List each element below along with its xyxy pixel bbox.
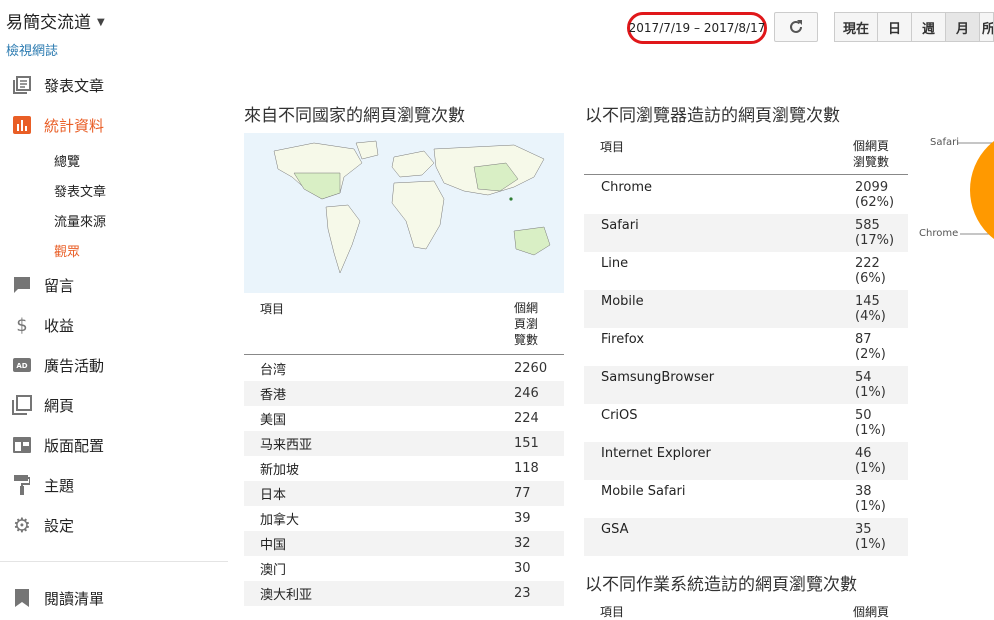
sidebar-item-label: 版面配置 — [44, 436, 105, 455]
table-row: 香港 246 — [244, 381, 564, 406]
table-row: Firefox 87 (2%) — [601, 332, 886, 362]
svg-text:AD: AD — [16, 362, 27, 370]
os-col-item: 項目 — [600, 605, 625, 619]
sidebar-item-label: 統計資料 — [44, 116, 105, 135]
table-row: 新加坡 118 — [260, 461, 539, 478]
blog-title: 易簡交流道 — [6, 13, 91, 33]
sidebar-item-comments[interactable]: 留言 — [0, 267, 230, 303]
table-row: Safari 585 (17%) — [584, 214, 908, 252]
sidebar-item-label: 廣告活動 — [44, 356, 105, 375]
table-row: 加拿大 39 — [260, 511, 531, 528]
refresh-button[interactable] — [774, 12, 818, 42]
sidebar-item-layout[interactable]: 版面配置 — [0, 427, 230, 463]
table-row: SamsungBrowser 54 (1%) — [584, 366, 908, 404]
browsers-header-divider — [584, 174, 908, 175]
sidebar-item-earnings[interactable]: $ 收益 — [0, 307, 230, 343]
posts-icon — [0, 76, 44, 94]
range-now-button[interactable]: 現在 — [834, 12, 878, 42]
sidebar-item-posts[interactable]: 發表文章 — [0, 67, 230, 103]
sidebar-item-label: 發表文章 — [44, 76, 105, 95]
table-row: Mobile 145 (4%) — [584, 290, 908, 328]
table-row: 中国 32 — [244, 531, 564, 556]
table-row: 日本 77 — [244, 481, 564, 506]
table-row: 马来西亚 151 — [244, 431, 564, 456]
browsers-col-item: 項目 — [600, 140, 625, 154]
pie-label-chrome: Chrome — [919, 228, 959, 239]
comments-icon — [0, 276, 44, 294]
sidebar-item-theme[interactable]: 主題 — [0, 467, 230, 503]
table-row: Chrome 2099 (62%) — [601, 180, 895, 210]
bookmark-icon — [0, 589, 44, 607]
sidebar-item-label: 網頁 — [44, 396, 75, 415]
range-all-button[interactable]: 所 — [979, 12, 994, 42]
blog-title-dropdown[interactable]: 易簡交流道 ▼ — [6, 8, 105, 33]
world-map — [244, 133, 564, 293]
pie-label-safari: Safari — [930, 137, 960, 148]
range-week-button[interactable]: 週 — [911, 12, 946, 42]
sidebar-item-label: 主題 — [44, 476, 75, 495]
table-row: 澳门 30 — [260, 561, 531, 578]
sidebar-item-pages[interactable]: 網頁 — [0, 387, 230, 423]
countries-col-item: 項目 — [260, 302, 285, 316]
date-range-picker[interactable]: 2017/7/19 – 2017/8/17 — [627, 12, 767, 44]
table-row: 台湾 2260 — [260, 361, 548, 378]
refresh-icon — [790, 20, 802, 33]
countries-col-views: 個網 頁瀏 覽數 — [514, 301, 539, 347]
pages-icon — [0, 395, 44, 415]
pie-slice-chrome — [970, 141, 994, 239]
countries-table: 台湾 2260 香港 246 美国 224 马来西亚 151 新加坡 118 日本 77 加… — [244, 356, 564, 606]
sidebar-item-label: 留言 — [44, 276, 75, 295]
sidebar-sub-overview[interactable]: 總覽 — [54, 151, 80, 170]
browsers-col-views: 個網頁 瀏覽數 — [853, 139, 890, 169]
dollar-icon: $ — [16, 314, 28, 336]
table-row: GSA 35 (1%) — [584, 518, 908, 556]
sidebar-item-label: 閱讀清單 — [44, 589, 105, 608]
layout-icon — [0, 437, 44, 453]
sidebar-item-label: 設定 — [44, 516, 75, 535]
theme-roller-icon — [0, 475, 44, 495]
ad-icon: AD — [0, 358, 44, 372]
sidebar-item-campaigns[interactable]: AD 廣告活動 — [0, 347, 230, 383]
sidebar-divider — [0, 561, 228, 562]
sidebar-item-settings[interactable]: ⚙ 設定 — [0, 507, 230, 543]
table-row: 澳大利亚 23 — [244, 581, 564, 606]
table-row: Line 222 (6%) — [601, 256, 886, 286]
countries-section-title: 來自不同國家的網頁瀏覽次數 — [244, 106, 465, 126]
table-row: CriOS 50 (1%) — [601, 408, 886, 438]
sidebar-item-reading-list[interactable]: 閱讀清單 — [0, 580, 230, 616]
view-blog-link[interactable]: 檢視網誌 — [6, 40, 58, 59]
chevron-down-icon: ▼ — [97, 17, 105, 28]
table-row: 美国 224 — [260, 411, 539, 428]
sidebar-sub-traffic[interactable]: 流量來源 — [54, 211, 106, 230]
range-day-button[interactable]: 日 — [877, 12, 912, 42]
browsers-section-title: 以不同瀏覽器造訪的網頁瀏覽次數 — [585, 106, 840, 126]
countries-header-divider — [244, 354, 564, 355]
range-month-button[interactable]: 月 — [945, 12, 980, 42]
sidebar-sub-posts[interactable]: 發表文章 — [54, 181, 106, 200]
sidebar-sub-audience[interactable]: 觀眾 — [54, 241, 80, 260]
sidebar-item-stats[interactable]: 統計資料 — [0, 107, 230, 143]
os-col-views: 個網頁 — [853, 605, 890, 619]
os-section-title: 以不同作業系統造訪的網頁瀏覽次數 — [585, 575, 857, 595]
sidebar-item-label: 收益 — [44, 316, 75, 335]
table-row: Mobile Safari 38 (1%) — [601, 484, 886, 514]
gear-icon: ⚙ — [13, 513, 31, 537]
stats-icon — [0, 116, 44, 134]
table-row: Internet Explorer 46 (1%) — [584, 442, 908, 480]
